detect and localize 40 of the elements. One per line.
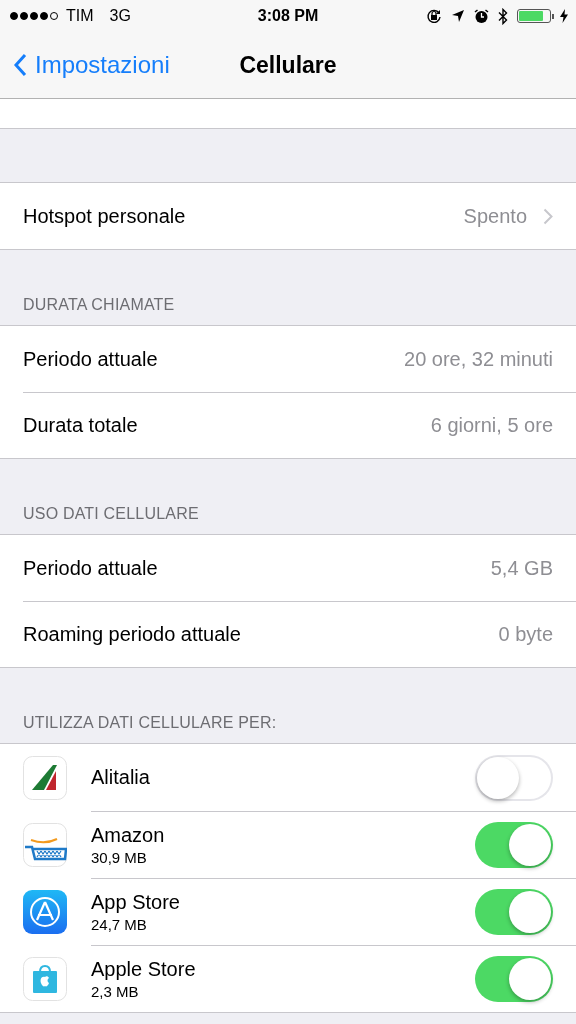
row-label: Periodo attuale	[23, 556, 158, 580]
app-icon	[23, 755, 67, 800]
data-usage: 2,3 MB	[91, 983, 140, 1000]
cart-icon	[23, 822, 67, 867]
rotation-lock-icon	[426, 8, 442, 24]
row-value: 5,4 GB	[490, 556, 553, 580]
app-name: App Store	[91, 891, 180, 914]
screen-title: Cellulare	[239, 51, 337, 79]
network-type: 3G	[109, 7, 131, 25]
app-store-icon	[23, 889, 67, 934]
row-label: Durata totale	[23, 413, 138, 437]
battery-icon	[517, 9, 551, 23]
row-label: Periodo attuale	[23, 347, 158, 371]
app-name: Amazon	[91, 824, 165, 847]
data-usage: 30,9 MB	[91, 849, 148, 866]
back-button[interactable]: Impostazioni	[0, 51, 170, 79]
toggle-switch[interactable]	[475, 956, 553, 1002]
toggle-switch[interactable]	[475, 822, 553, 868]
chevron-icon	[13, 53, 27, 77]
row-value: 20 ore, 32 minuti	[404, 347, 553, 371]
row-label: Hotspot personale	[23, 204, 186, 228]
shopping-bag-icon	[23, 956, 67, 1001]
carrier-name: TIM	[66, 7, 94, 25]
row-label: Roaming periodo attuale	[23, 622, 241, 646]
toggle-switch[interactable]	[475, 889, 553, 935]
row-value: 0 byte	[498, 622, 553, 646]
row-value: 6 giorni, 5 ore	[430, 413, 553, 437]
section-header: DURATA CHIAMATE	[22, 296, 175, 315]
section-header: UTILIZZA DATI CELLULARE PER:	[22, 714, 277, 733]
toggle-switch[interactable]	[475, 754, 553, 801]
row-value: Spento	[463, 204, 527, 228]
clock-time: 3:08 PM	[257, 7, 319, 25]
alarm-icon	[474, 8, 489, 24]
app-name: Apple Store	[91, 958, 196, 981]
bluetooth-icon	[498, 7, 508, 25]
chevron-icon[interactable]	[543, 207, 553, 225]
data-usage: 24,7 MB	[91, 916, 148, 933]
location-icon	[451, 9, 465, 23]
section-header: USO DATI CELLULARE	[22, 505, 199, 524]
app-name: Alitalia	[91, 766, 150, 789]
